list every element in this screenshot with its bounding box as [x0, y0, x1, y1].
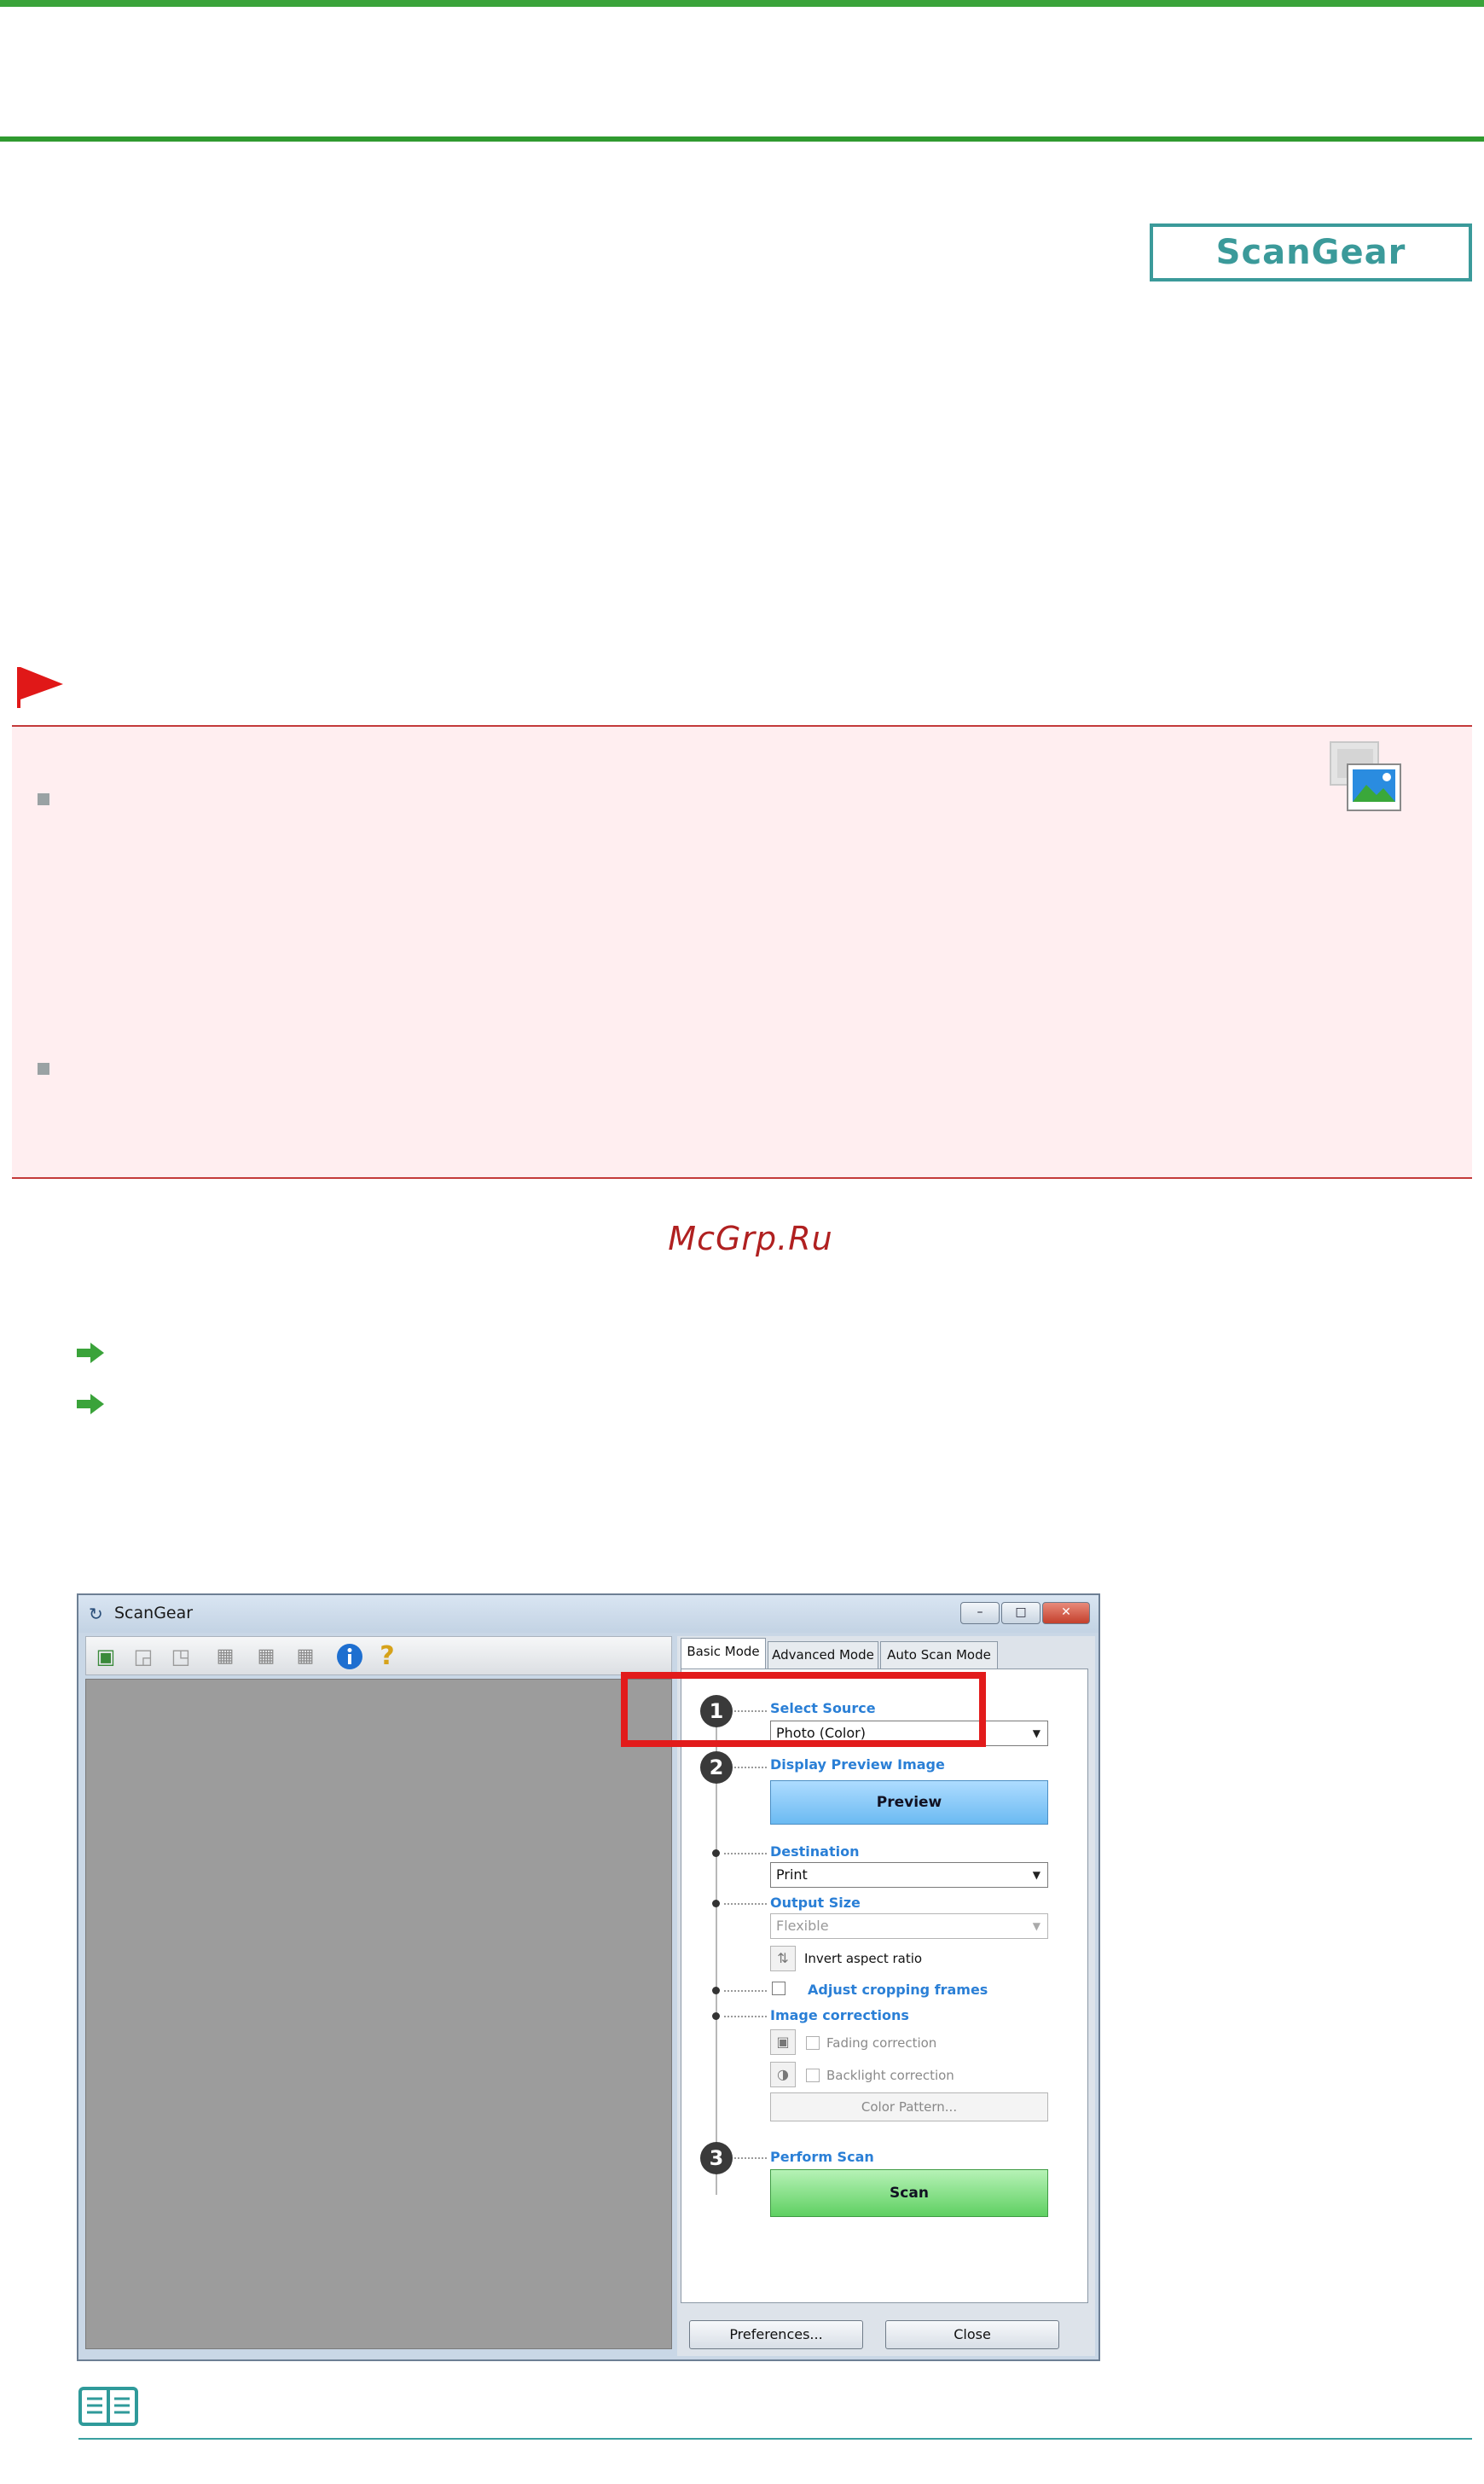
maximize-button[interactable]: □: [1001, 1602, 1041, 1624]
step-leader: [724, 1990, 767, 1992]
fading-correction-checkbox[interactable]: [806, 2036, 820, 2050]
important-flag-icon: [17, 667, 63, 708]
scan-button[interactable]: Scan: [770, 2169, 1048, 2217]
watermark-text: McGrp.Ru: [668, 1220, 833, 1257]
step-3-badge: 3: [700, 2142, 733, 2174]
tab-basic-mode[interactable]: Basic Mode: [681, 1638, 766, 1669]
deselect-frames-icon[interactable]: ▦: [252, 1642, 281, 1671]
step-leader: [724, 2016, 767, 2017]
destination-select[interactable]: Print ▼: [770, 1862, 1048, 1888]
scangear-app-icon: ↻: [89, 1604, 103, 1624]
close-button[interactable]: Close: [885, 2320, 1059, 2349]
invert-aspect-ratio-label: Invert aspect ratio: [804, 1951, 923, 1966]
chevron-down-icon: ▼: [1032, 1727, 1041, 1739]
preferences-button[interactable]: Preferences...: [689, 2320, 863, 2349]
step-2-badge: 2: [700, 1751, 733, 1784]
step-dot: [712, 1987, 720, 1994]
photos-thumbnail-icon: [1330, 741, 1401, 811]
help-icon[interactable]: ?: [373, 1642, 402, 1671]
bullet-icon: [38, 1063, 49, 1075]
tab-auto-scan-mode[interactable]: Auto Scan Mode: [880, 1641, 998, 1669]
adjust-cropping-checkbox[interactable]: [772, 1982, 785, 1995]
note-rule: [78, 2438, 1472, 2440]
output-size-select-value: Flexible: [776, 1918, 829, 1934]
color-pattern-button[interactable]: Color Pattern...: [770, 2092, 1048, 2121]
step-dot: [712, 1849, 720, 1857]
important-box: [12, 725, 1472, 1179]
window-title: ScanGear: [114, 1604, 194, 1622]
minimize-button[interactable]: –: [960, 1602, 1000, 1624]
tab-advanced-mode[interactable]: Advanced Mode: [768, 1641, 878, 1669]
top-rule: [0, 0, 1484, 7]
invert-aspect-ratio-icon[interactable]: ⇅: [770, 1946, 796, 1971]
fading-correction-label: Fading correction: [826, 2035, 937, 2051]
basic-mode-body: 1 Select Source Photo (Color) ▼ 2 Displa…: [681, 1669, 1088, 2303]
chevron-down-icon: ▼: [1032, 1920, 1041, 1932]
step-connector-line: [716, 1717, 717, 2195]
chevron-down-icon: ▼: [1032, 1869, 1041, 1881]
backlight-correction-label: Backlight correction: [826, 2068, 954, 2083]
thumbnail-toggle-icon[interactable]: ▣: [91, 1642, 120, 1671]
display-preview-label: Display Preview Image: [770, 1756, 945, 1773]
fading-correction-icon: ▣: [770, 2029, 796, 2055]
step-leader: [734, 1767, 767, 1768]
output-size-label: Output Size: [770, 1895, 861, 1911]
window-close-button[interactable]: ✕: [1042, 1602, 1090, 1624]
destination-select-value: Print: [776, 1866, 808, 1883]
rotate-left-icon[interactable]: ◲: [129, 1642, 158, 1671]
preview-area[interactable]: [85, 1679, 672, 2349]
preview-button[interactable]: Preview: [770, 1780, 1048, 1825]
backlight-correction-checkbox[interactable]: [806, 2069, 820, 2082]
adjust-cropping-label: Adjust cropping frames: [808, 1982, 988, 1998]
rotate-right-icon[interactable]: ◳: [166, 1642, 195, 1671]
step-dot: [712, 1900, 720, 1907]
step-leader: [724, 1853, 767, 1854]
link-arrow-icon[interactable]: [75, 1341, 106, 1365]
select-all-frames-icon[interactable]: ▦: [211, 1642, 240, 1671]
perform-scan-label: Perform Scan: [770, 2149, 874, 2165]
backlight-correction-icon: ◑: [770, 2062, 796, 2087]
step-leader: [724, 1903, 767, 1905]
note-book-icon: [78, 2387, 138, 2426]
step-leader: [734, 2157, 767, 2159]
step-dot: [712, 2012, 720, 2020]
header-rule: [0, 136, 1484, 142]
scangear-badge: ScanGear: [1150, 223, 1472, 281]
delete-frames-icon[interactable]: ▦: [291, 1642, 320, 1671]
link-arrow-icon[interactable]: [75, 1392, 106, 1416]
select-source-highlight: [621, 1672, 986, 1747]
toolbar: ▣ ◲ ◳ ▦ ▦ ▦ ?: [85, 1636, 672, 1675]
information-icon[interactable]: [335, 1642, 364, 1671]
window-titlebar: ↻ ScanGear – □ ✕: [78, 1595, 1099, 1633]
image-corrections-label: Image corrections: [770, 2007, 909, 2023]
output-size-select[interactable]: Flexible ▼: [770, 1913, 1048, 1939]
bullet-icon: [38, 793, 49, 805]
destination-label: Destination: [770, 1843, 860, 1860]
